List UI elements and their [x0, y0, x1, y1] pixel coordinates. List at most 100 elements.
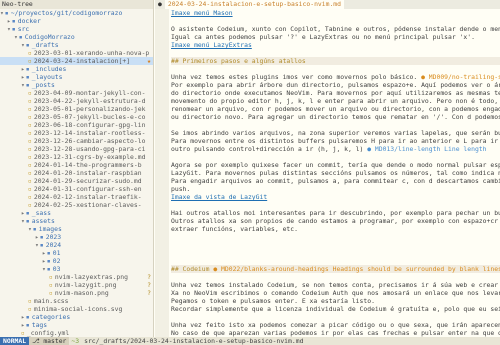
tree-file[interactable]: ▫ 2024-01-29-securizar-sudo.md — [0, 177, 153, 185]
tree-folder[interactable]: ▸▪ _includes — [0, 65, 153, 73]
chevron-down-icon[interactable]: ▾ — [35, 241, 39, 249]
tree-file[interactable]: ▫ 2023-12-31-cgrs-by-example.md — [0, 153, 153, 161]
tree-folder[interactable]: ▸▪ _layouts — [0, 73, 153, 81]
editor-line: extraer funcións, variables, etc. — [171, 225, 500, 233]
chevron-down-icon[interactable]: ▾ — [7, 25, 11, 33]
tree-file[interactable]: ▫ main.scss — [0, 297, 153, 305]
file-explorer: Neo-tree ▾▪ ~/proyectos/git/codigomorrazo… — [0, 0, 154, 337]
folder-icon: ▪ — [4, 9, 9, 17]
tree-file[interactable]: ? ▫ nvim-mason.png — [0, 289, 153, 297]
editor-line: push. — [171, 185, 500, 193]
chevron-down-icon[interactable]: ▾ — [28, 225, 32, 233]
tree-folder[interactable]: ▸▪ tags — [0, 321, 153, 329]
chevron-right-icon[interactable]: ▸ — [21, 73, 25, 81]
file-icon: ▫ — [28, 177, 32, 185]
tree-file[interactable]: ▫ 2023-12-28-usando-gpg-para-ci — [0, 145, 153, 153]
tree-folder[interactable]: ▾▪ assets — [0, 217, 153, 225]
chevron-down-icon[interactable]: ▾ — [21, 41, 25, 49]
tree-file[interactable]: ▫ 2023-03-01-xerando-unha-nova-p — [0, 49, 153, 57]
tree-file[interactable]: ▫ _config.yml — [0, 329, 153, 337]
line-text: Se imos abrindo varios arquivos, na zona… — [171, 129, 500, 137]
chevron-right-icon[interactable]: ▸ — [42, 257, 46, 265]
chevron-right-icon[interactable]: ▸ — [35, 233, 39, 241]
tree-file[interactable]: ▫ 2024-02-12-instalar-traefik- — [0, 193, 153, 201]
tree-file[interactable]: ▫ 2023-06-18-configurar-gpg-lin — [0, 121, 153, 129]
tree-folder[interactable]: ▸▪ categories — [0, 313, 153, 321]
line-text: ou directorio novo. Para agregar un dire… — [171, 113, 500, 121]
tree-folder[interactable]: ▾▪ _posts — [0, 81, 153, 89]
tree-item-label: categories — [31, 313, 71, 321]
file-icon: ▫ — [28, 305, 32, 313]
editor-line: Se imos abrindo varios arquivos, na zona… — [171, 129, 500, 137]
editor-content[interactable]: Imaxe menú Mason O asistente Codeium, xun… — [171, 9, 500, 337]
line-text: extraer funcións, variables, etc. — [171, 225, 298, 233]
tree-folder[interactable]: ▸▪ docker — [0, 17, 153, 25]
tree-file[interactable]: ▫ 2023-04-09-montar-jekyll-con- — [0, 89, 153, 97]
chevron-down-icon[interactable]: ▾ — [0, 9, 4, 17]
line-text: Unha vez temos instalado Codeium, se non… — [171, 281, 500, 289]
tree-item-label: 2024 — [45, 241, 62, 249]
chevron-right-icon[interactable]: ▸ — [7, 17, 11, 25]
tree-item-label: 01 — [52, 249, 61, 257]
editor-line: outro pulsando control+dirección a ir (h… — [171, 145, 500, 153]
chevron-right-icon[interactable]: ▸ — [21, 313, 25, 321]
tree-folder[interactable]: ▾▪ ~/proyectos/git/codigomorrazo — [0, 9, 153, 17]
tree-folder[interactable]: ▸▪ 02 — [0, 257, 153, 265]
tree-file[interactable]: ▫ 2023-12-14-instalar-rootless- — [0, 129, 153, 137]
chevron-down-icon[interactable]: ▾ — [42, 265, 46, 273]
tree-file[interactable]: ▫ 2023-05-07-jekyll-bucles-e-co — [0, 113, 153, 121]
folder-icon: ▪ — [25, 217, 30, 225]
tree-file[interactable]: ▫ 2024-01-14-the-programmers-b — [0, 161, 153, 169]
tree-file[interactable]: ? ▫ nvim-lazygit.png — [0, 281, 153, 289]
tree-file[interactable]: ▫ 2024-02-25-xestionar-claves- — [0, 201, 153, 209]
file-icon: ▫ — [49, 273, 53, 281]
tree-folder[interactable]: ▾▪ CodigoMorrazo — [0, 33, 153, 41]
tree-file[interactable]: ▫ 2023-05-01-personalizando-jek — [0, 105, 153, 113]
tree-folder[interactable]: ▸▪ _sass — [0, 209, 153, 217]
tree-file[interactable]: ▫ 2024-01-31-configurar-ssh-en — [0, 185, 153, 193]
editor-line: Imaxe menú Mason — [171, 9, 500, 17]
line-text: LazyGit. Para movernos pulas distintas s… — [171, 169, 500, 177]
line-text: Imaxe menú Mason — [171, 9, 233, 17]
chevron-right-icon[interactable]: ▸ — [21, 65, 25, 73]
editor-line: Para engadir arquivos ao commit, pulsamo… — [171, 177, 500, 185]
tree-folder[interactable]: ▸▪ 01 — [0, 249, 153, 257]
tree-item-label: 2024-03-24-instalacion[+] — [33, 57, 131, 65]
tree-file[interactable]: ★ ▫ 2024-03-24-instalacion[+] — [0, 57, 153, 65]
tree-item-label: 2024-02-25-xestionar-claves- — [33, 201, 142, 209]
tree-file[interactable]: ▫ 2023-04-22-jekyll-estrutura-d — [0, 97, 153, 105]
tree-folder[interactable]: ▾▪ src — [0, 25, 153, 33]
file-icon: ▫ — [28, 145, 32, 153]
tree-folder[interactable]: ▾▪ _drafts — [0, 41, 153, 49]
tree-item-label: main.scss — [33, 297, 69, 305]
tree-file[interactable]: ▫ 2023-12-26-cambiar-aspecto-lo — [0, 137, 153, 145]
git-status-icon: ★ — [147, 57, 153, 65]
tree-folder[interactable]: ▸▪ 2023 — [0, 233, 153, 241]
buffer-tab[interactable]: 2024-03-24-instalacion-e-setup-basico-nv… — [164, 0, 344, 9]
tree-item-label: 2023 — [45, 233, 62, 241]
tree-file[interactable]: ▫ minima-social-icons.svg — [0, 305, 153, 313]
chevron-down-icon[interactable]: ▾ — [21, 217, 25, 225]
status-line: NORMAL ⎇ master ~3 src/_drafts/2024-03-24-i… — [0, 337, 500, 345]
file-icon: ▫ — [28, 129, 32, 137]
tree-folder[interactable]: ▾▪ 03 — [0, 265, 153, 273]
git-status-icon: ? — [147, 273, 151, 281]
tree-file[interactable]: ▫ 2024-01-20-instalar-raspbian — [0, 169, 153, 177]
chevron-right-icon[interactable]: ▸ — [21, 209, 25, 217]
chevron-right-icon[interactable]: ▸ — [21, 321, 25, 329]
chevron-right-icon[interactable]: ▸ — [42, 249, 46, 257]
tree-file[interactable]: ? ▫ nvim-lazyextras.png — [0, 273, 153, 281]
buffer-tab[interactable]: ● — [155, 0, 165, 9]
line-text: Imaxe menú LazyExtras — [171, 41, 252, 49]
tree-folder[interactable]: ▾▪ 2024 — [0, 241, 153, 249]
chevron-down-icon[interactable]: ▾ — [21, 81, 25, 89]
tree-folder[interactable]: ▾▪ images — [0, 225, 153, 233]
chevron-down-icon[interactable]: ▾ — [14, 33, 18, 41]
tree-item-label: 2024-02-12-instalar-traefik- — [33, 193, 142, 201]
folder-icon: ▪ — [46, 249, 51, 257]
